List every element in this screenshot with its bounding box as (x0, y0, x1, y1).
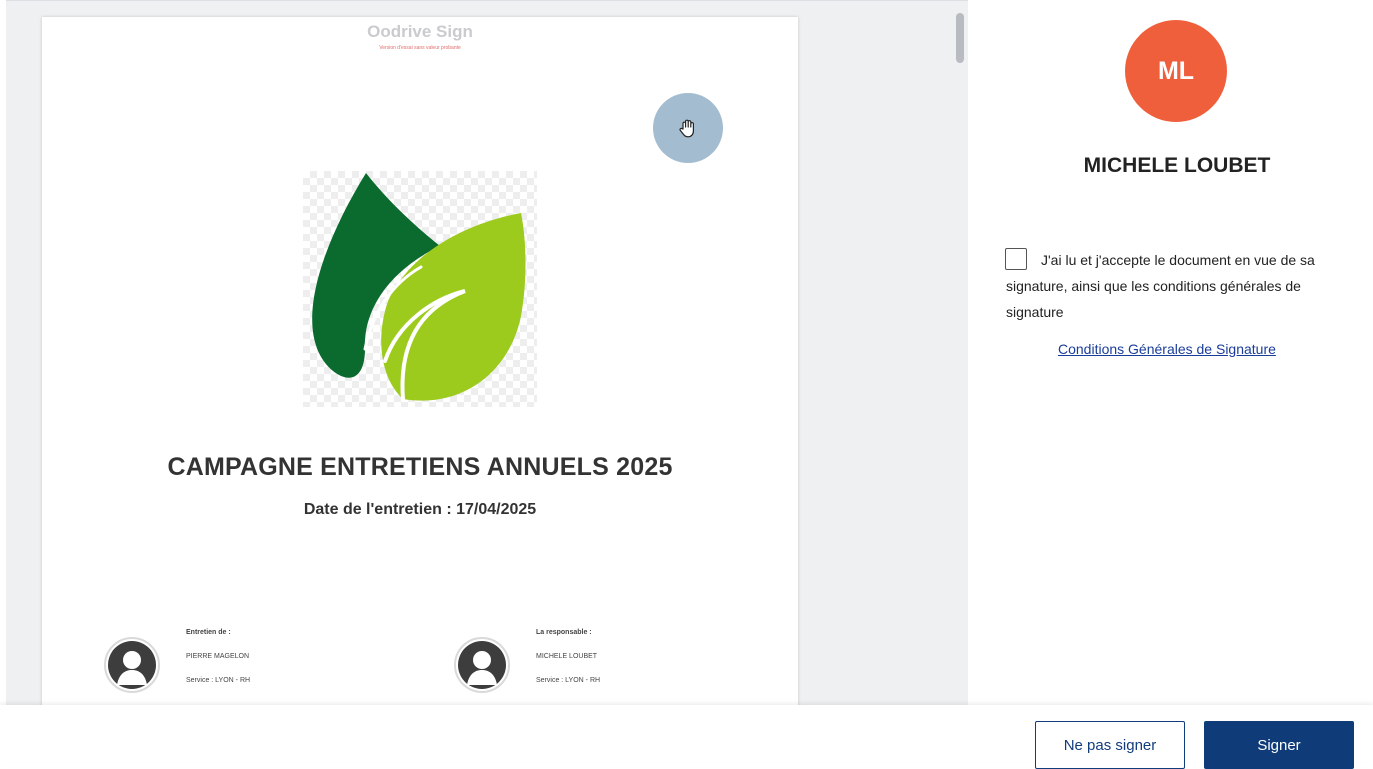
participant-role: La responsable : (536, 629, 592, 636)
participant-role: Entretien de : (186, 629, 231, 636)
user-avatar-icon (104, 637, 160, 693)
hand-grab-icon (679, 119, 694, 138)
participant-name: MICHELE LOUBET (536, 653, 598, 660)
company-logo (303, 171, 537, 407)
participant-service: Service : LYON - RH (536, 677, 601, 684)
watermark-subtitle: Version d'essai sans valeur probante (379, 45, 461, 51)
signer-name: MICHELE LOUBET (1083, 154, 1271, 177)
interview-date: Date de l'entretien : 17/04/2025 (303, 501, 537, 518)
participant-manager: La responsable : MICHELE LOUBET Service … (454, 629, 754, 705)
hand-tool-button[interactable] (653, 93, 723, 163)
participant-service: Service : LYON - RH (186, 677, 251, 684)
consent-checkbox[interactable] (1005, 248, 1027, 270)
signer-panel: ML MICHELE LOUBET J'ai lu et j'accepte l… (976, 0, 1373, 705)
document-title: CAMPAGNE ENTRETIENS ANNUELS 2025 (167, 453, 673, 481)
consent-label: J'ai lu et j'accepte le document en vue … (1006, 252, 1315, 320)
participant-interviewee: Entretien de : PIERRE MAGELON Service : … (104, 629, 404, 705)
signer-avatar: ML (1125, 20, 1227, 122)
participant-name: PIERRE MAGELON (186, 653, 250, 660)
leaf-logo-icon (312, 173, 526, 401)
document-viewer[interactable]: Oodrive Sign Version d'essai sans valeur… (6, 0, 968, 705)
watermark-title: Oodrive Sign (367, 22, 473, 41)
document-page: Oodrive Sign Version d'essai sans valeur… (42, 17, 798, 705)
user-avatar-icon (454, 637, 510, 693)
terms-link[interactable]: Conditions Générales de Signature (1058, 341, 1276, 357)
viewer-scrollbar[interactable] (956, 13, 964, 63)
